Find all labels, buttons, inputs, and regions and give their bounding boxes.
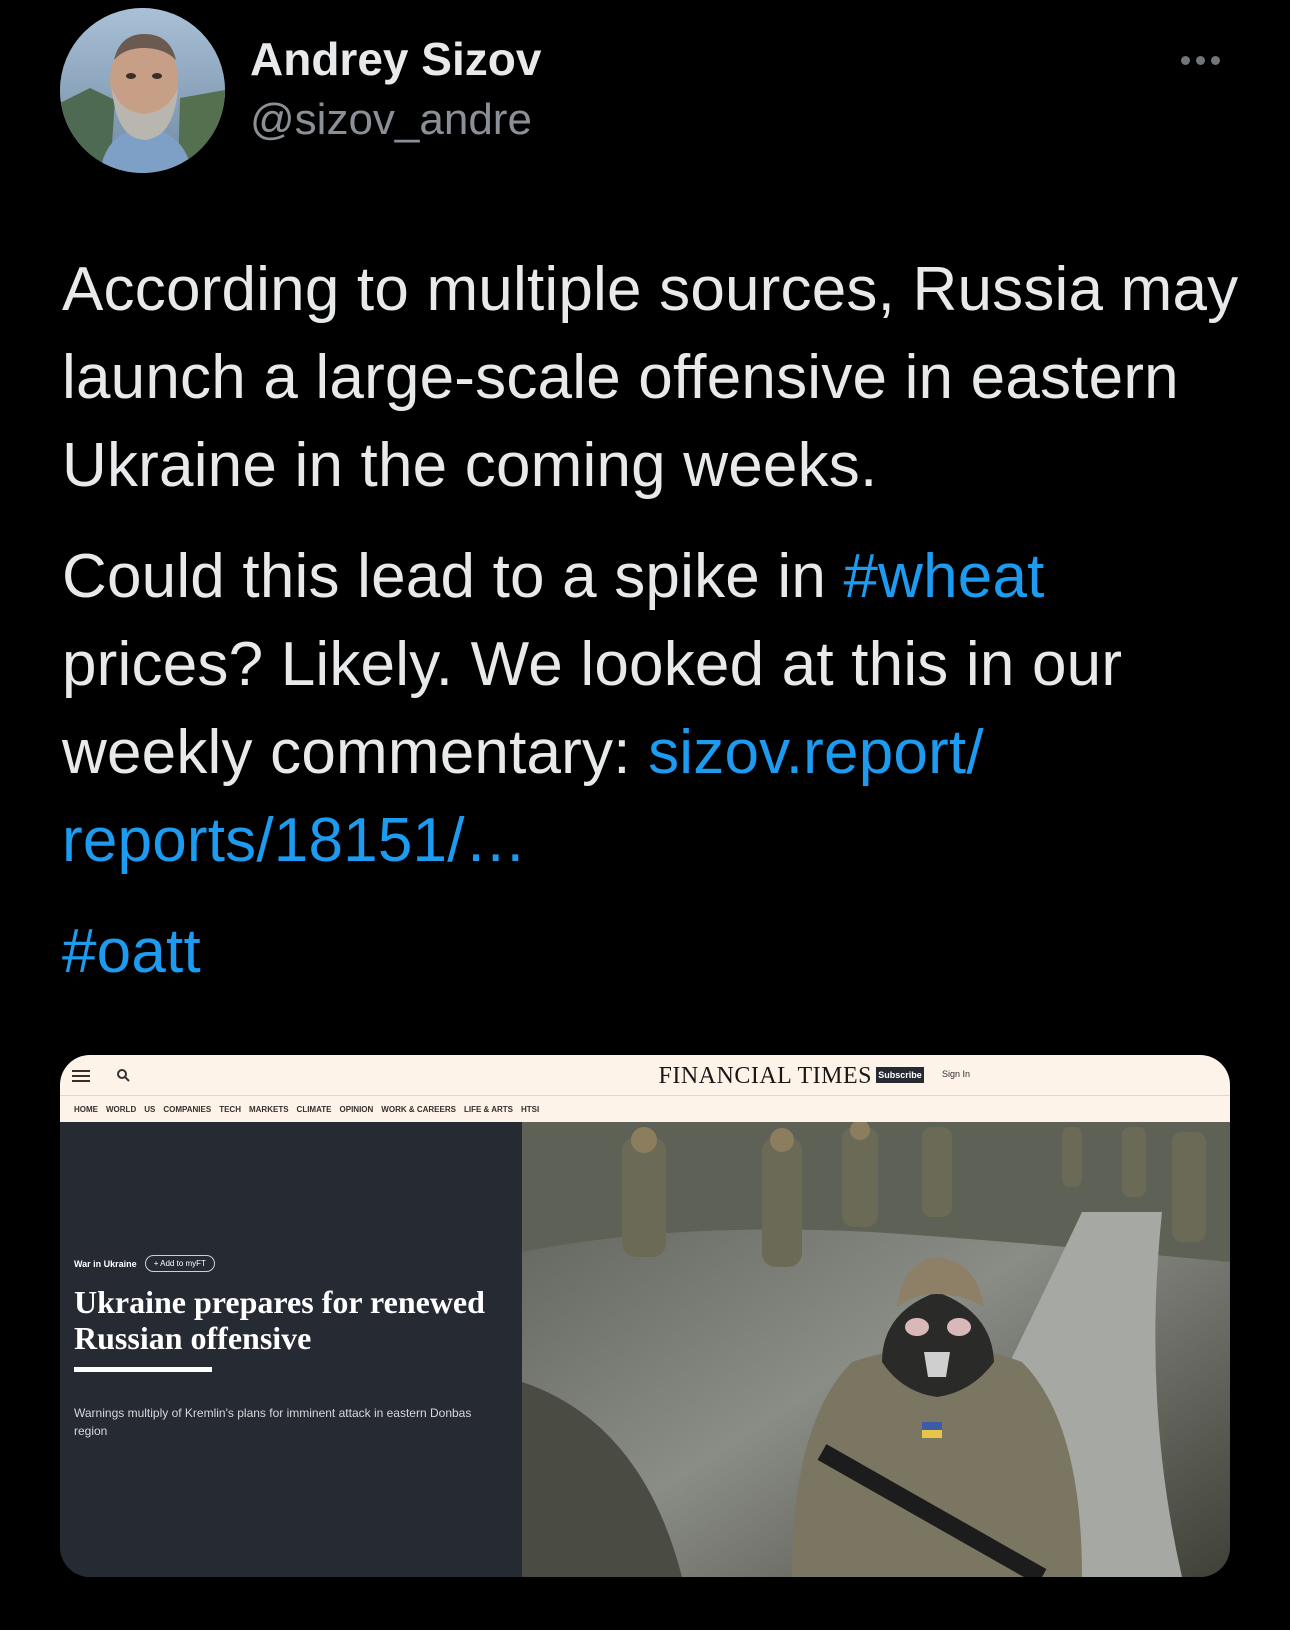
more-horizontal-icon bbox=[1180, 55, 1190, 65]
ft-nav-item: HTSI bbox=[521, 1105, 540, 1114]
tweet-text-segment: Could this lead to a spike in bbox=[62, 542, 844, 611]
ft-nav-item: COMPANIES bbox=[163, 1105, 212, 1114]
more-horizontal-icon bbox=[1195, 55, 1205, 65]
tweet-paragraph: Could this lead to a spike in #wheat pri… bbox=[62, 533, 1262, 885]
ft-headline-rule bbox=[74, 1367, 212, 1372]
ft-nav-item: CLIMATE bbox=[296, 1105, 332, 1114]
ft-subscribe-button: Subscribe bbox=[876, 1067, 924, 1083]
ft-topbar: FINANCIAL TIMES Subscribe Sign In bbox=[60, 1055, 1230, 1095]
ft-nav-item: LIFE & ARTS bbox=[463, 1105, 514, 1114]
ft-logo: FINANCIAL TIMES bbox=[658, 1063, 872, 1089]
tweet-text: According to multiple sources, Russia ma… bbox=[62, 246, 1262, 996]
ft-sign-in-link: Sign In bbox=[942, 1069, 971, 1079]
tweet-paragraph: #oatt bbox=[62, 908, 1262, 996]
ft-section-row: War in Ukraine + Add to myFT bbox=[74, 1255, 215, 1272]
hashtag-oatt-link[interactable]: #oatt bbox=[62, 917, 201, 986]
author-avatar[interactable] bbox=[60, 8, 225, 173]
ft-divider bbox=[60, 1095, 1230, 1096]
hashtag-wheat-link[interactable]: #wheat bbox=[843, 542, 1044, 611]
ft-nav-item: US bbox=[144, 1105, 156, 1114]
ft-nav-item: WORLD bbox=[106, 1105, 137, 1114]
ft-standfirst: Warnings multiply of Kremlin's plans for… bbox=[74, 1406, 472, 1438]
tweet-paragraph: According to multiple sources, Russia ma… bbox=[62, 255, 1239, 500]
more-horizontal-icon bbox=[1210, 55, 1220, 65]
link-preview-card[interactable]: FINANCIAL TIMES Subscribe Sign In HOME W… bbox=[60, 1055, 1230, 1577]
ft-header: FINANCIAL TIMES Subscribe Sign In HOME W… bbox=[60, 1055, 1230, 1122]
ft-add-to-myft-button: + Add to myFT bbox=[144, 1255, 215, 1272]
avatar-photo bbox=[60, 8, 225, 173]
ft-nav-item: TECH bbox=[219, 1105, 241, 1114]
ft-article-photo bbox=[522, 1122, 1230, 1577]
ft-nav-item: MARKETS bbox=[248, 1105, 289, 1114]
author-name[interactable]: Andrey Sizov bbox=[250, 32, 541, 86]
ft-nav: HOME WORLD US COMPANIES TECH MARKETS CLI… bbox=[74, 1105, 539, 1114]
ft-nav-item: OPINION bbox=[339, 1105, 374, 1114]
ft-section-label: War in Ukraine bbox=[74, 1258, 137, 1269]
ft-nav-item: HOME bbox=[74, 1105, 98, 1114]
ft-headline: Ukraine prepares for renewed Russian off… bbox=[74, 1284, 485, 1356]
more-options-button[interactable] bbox=[1172, 40, 1228, 80]
ft-article-panel: War in Ukraine + Add to myFT Ukraine pre… bbox=[60, 1122, 522, 1577]
author-handle[interactable]: @sizov_andre bbox=[250, 95, 532, 145]
ft-nav-item: WORK & CAREERS bbox=[381, 1105, 456, 1114]
